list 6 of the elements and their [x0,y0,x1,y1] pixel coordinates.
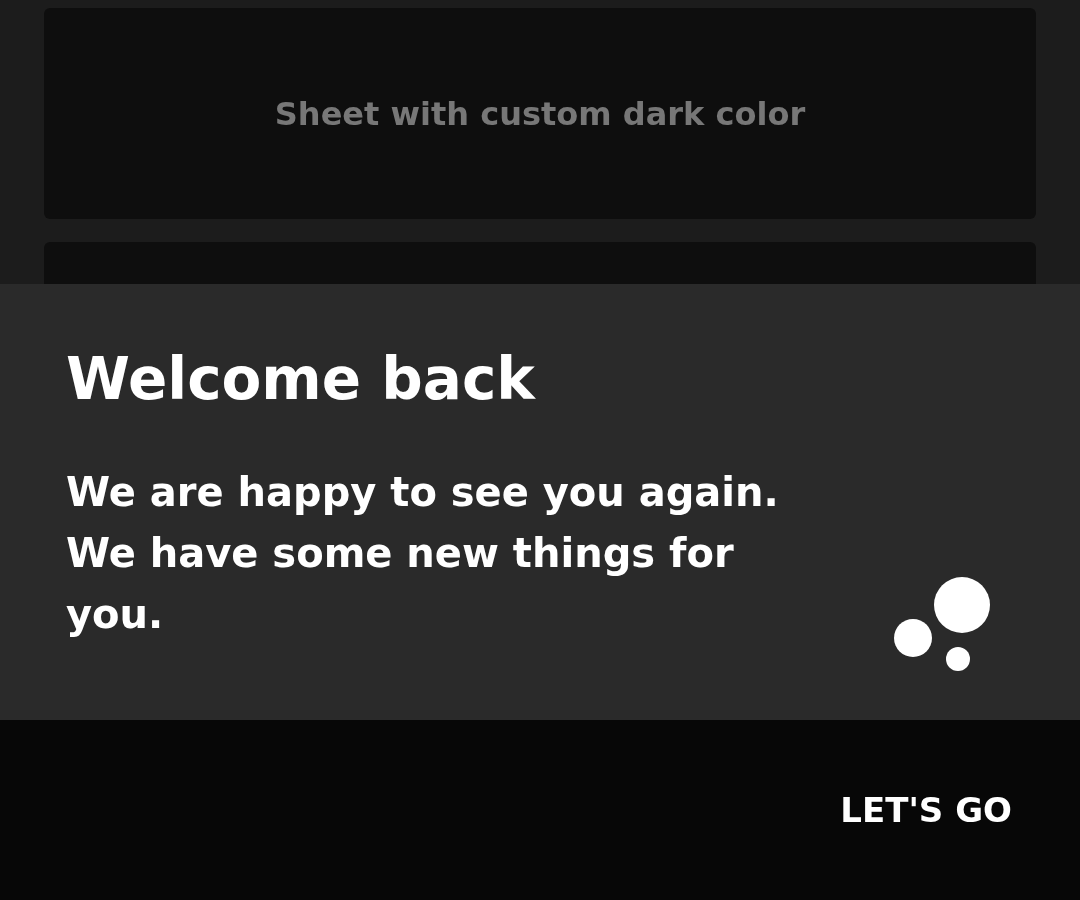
lets-go-button[interactable]: LET'S GO [830,780,1022,840]
sheet-title: Welcome back [66,344,537,414]
sheet-message: We are happy to see you again. We have some new things for you. [66,468,780,639]
bubbles-icon [893,576,991,672]
card-label: Sheet with custom dark color [274,94,806,133]
sheet-card[interactable]: Sheet with custom dark color [44,8,1036,219]
